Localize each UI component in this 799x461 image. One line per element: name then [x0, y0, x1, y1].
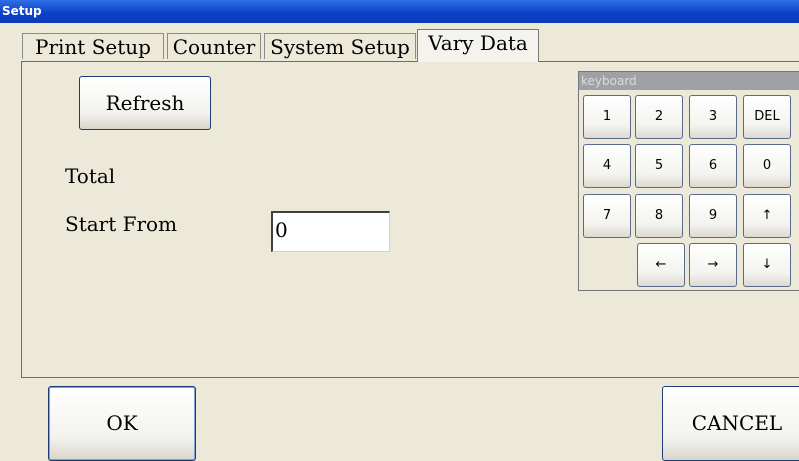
key-8[interactable]: 8 — [635, 194, 683, 238]
keyboard-title: keyboard — [581, 74, 637, 88]
keyboard-title-bar[interactable]: keyboard — [579, 72, 799, 90]
key-0[interactable]: 0 — [743, 144, 791, 188]
cancel-button[interactable]: CANCEL — [662, 386, 799, 461]
window-title-bar[interactable]: Setup — [0, 0, 799, 23]
tab-counter[interactable]: Counter — [167, 33, 261, 59]
onscreen-keyboard: keyboard 1 2 3 DEL 4 5 6 0 7 8 9 ↑ ← → ↓ — [578, 71, 799, 291]
key-2[interactable]: 2 — [635, 95, 683, 139]
tab-system-setup[interactable]: System Setup — [264, 33, 416, 59]
arrow-up-key[interactable]: ↑ — [743, 194, 791, 238]
tab-vary-data[interactable]: Vary Data — [417, 29, 539, 62]
key-5[interactable]: 5 — [635, 144, 683, 188]
start-from-label: Start From — [65, 212, 178, 236]
window-title: Setup — [2, 4, 42, 18]
key-9[interactable]: 9 — [689, 194, 737, 238]
ok-button[interactable]: OK — [48, 386, 196, 461]
tab-print-setup[interactable]: Print Setup — [22, 33, 164, 59]
key-1[interactable]: 1 — [583, 95, 631, 139]
key-del[interactable]: DEL — [743, 95, 791, 139]
key-7[interactable]: 7 — [583, 194, 631, 238]
key-3[interactable]: 3 — [689, 95, 737, 139]
arrow-right-key[interactable]: → — [689, 243, 737, 287]
arrow-left-key[interactable]: ← — [637, 243, 685, 287]
start-from-input[interactable]: 0 — [271, 211, 390, 252]
arrow-down-key[interactable]: ↓ — [743, 243, 791, 287]
total-label: Total — [65, 164, 116, 188]
key-4[interactable]: 4 — [583, 144, 631, 188]
refresh-button[interactable]: Refresh — [79, 76, 211, 130]
key-6[interactable]: 6 — [689, 144, 737, 188]
